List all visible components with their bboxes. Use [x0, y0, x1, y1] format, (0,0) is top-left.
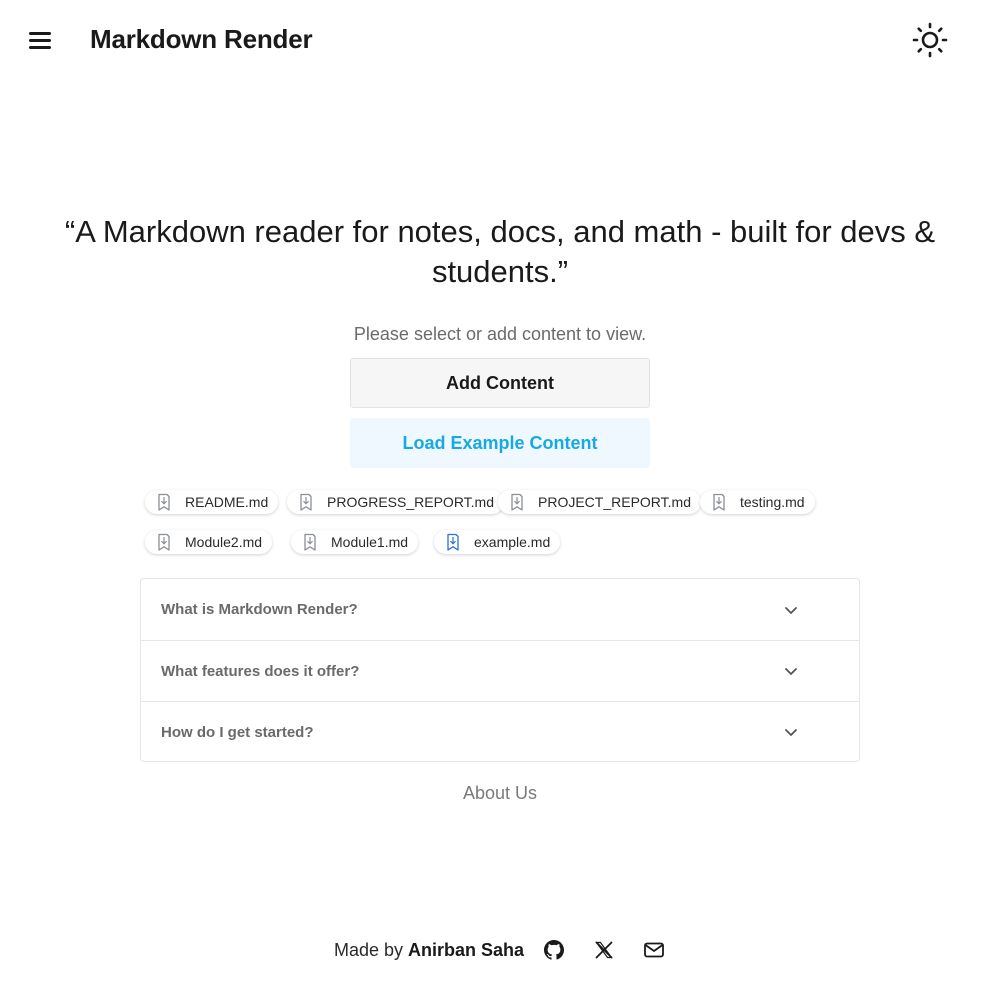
- file-chip-label: PROGRESS_REPORT.md: [327, 494, 495, 510]
- faq-question: What is Markdown Render?: [161, 601, 358, 618]
- file-bookmark-icon: [511, 493, 523, 511]
- file-chip[interactable]: PROJECT_REPORT.md: [498, 490, 701, 514]
- author-name: Anirban Saha: [408, 939, 525, 960]
- file-chip-label: testing.md: [740, 494, 805, 510]
- faq-item[interactable]: What features does it offer?: [141, 640, 859, 701]
- mail-icon[interactable]: [642, 938, 666, 962]
- file-bookmark-icon: [304, 533, 316, 551]
- empty-state-message: Please select or add content to view.: [353, 324, 647, 344]
- faq-item[interactable]: What is Markdown Render?: [141, 579, 859, 640]
- file-chip[interactable]: testing.md: [700, 490, 815, 514]
- hamburger-menu-icon[interactable]: [25, 26, 55, 54]
- github-icon[interactable]: [542, 938, 566, 962]
- chevron-down-icon: [785, 668, 797, 675]
- sun-icon[interactable]: [910, 20, 950, 60]
- file-chip-label: README.md: [185, 494, 269, 510]
- footer: Made by Anirban Saha: [0, 936, 1000, 964]
- made-by-text: Made by Anirban Saha: [334, 940, 524, 961]
- file-bookmark-icon: [713, 493, 725, 511]
- app-title: Markdown Render: [90, 24, 313, 54]
- chevron-down-icon: [785, 729, 797, 736]
- faq-question: What features does it offer?: [161, 662, 360, 680]
- made-by-label: Made by: [333, 939, 403, 960]
- file-chip[interactable]: Module1.md: [291, 530, 419, 554]
- file-chip-label: example.md: [474, 534, 551, 550]
- faq-item[interactable]: How do I get started?: [141, 701, 859, 762]
- file-chip[interactable]: PROGRESS_REPORT.md: [287, 490, 505, 514]
- file-chip[interactable]: Module2.md: [145, 530, 273, 554]
- file-chip[interactable]: README.md: [145, 490, 279, 514]
- file-chip-label: PROJECT_REPORT.md: [538, 494, 691, 510]
- load-example-button[interactable]: Load Example Content: [350, 418, 650, 468]
- app-header: Markdown Render: [0, 0, 1000, 80]
- chevron-down-icon: [785, 606, 797, 614]
- tagline: “A Markdown reader for notes, docs, and …: [64, 214, 936, 289]
- file-bookmark-icon: [447, 533, 459, 551]
- file-chip-label: Module1.md: [331, 534, 409, 550]
- file-chip-label: Module2.md: [185, 534, 263, 550]
- faq-question: How do I get started?: [161, 723, 314, 741]
- file-bookmark-icon: [300, 493, 312, 511]
- x-icon[interactable]: [592, 938, 616, 962]
- file-bookmark-icon: [158, 533, 170, 551]
- add-content-button[interactable]: Add Content: [350, 358, 650, 408]
- file-chip[interactable]: example.md: [434, 530, 561, 554]
- file-bookmark-icon: [158, 493, 170, 511]
- faq-accordion: What is Markdown Render? What features d…: [140, 578, 860, 762]
- about-us-link[interactable]: About Us: [0, 783, 1000, 804]
